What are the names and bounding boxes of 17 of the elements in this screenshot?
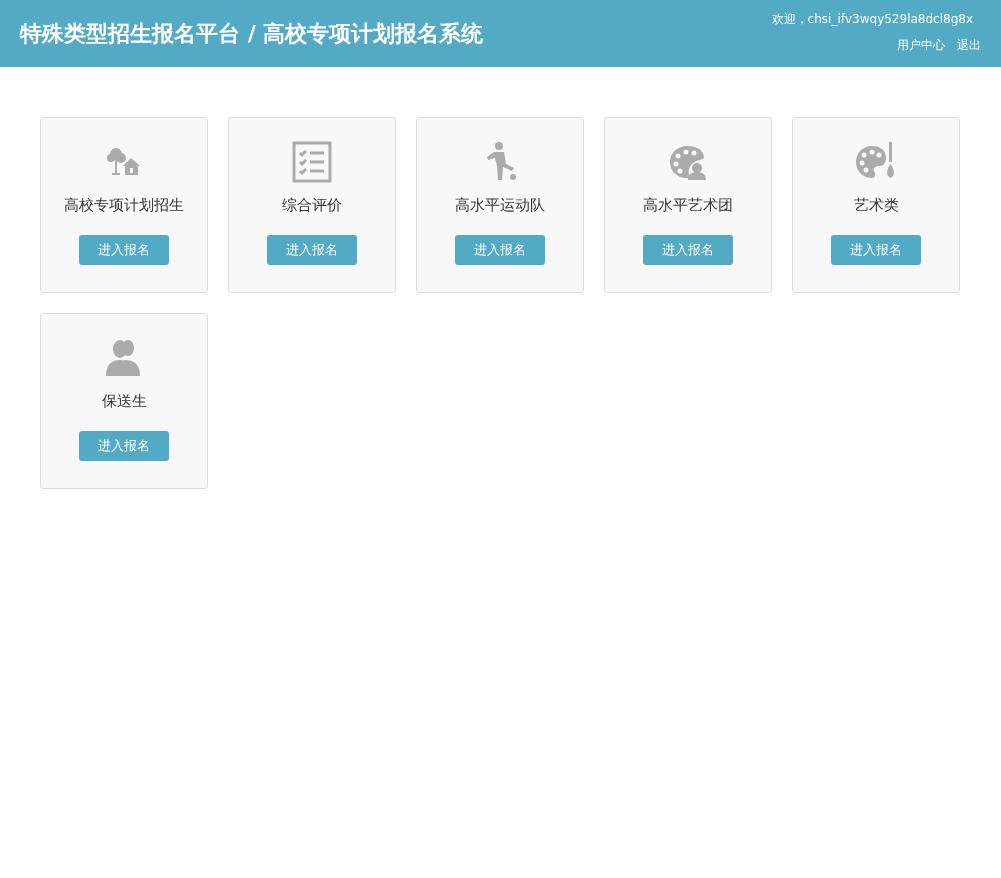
site-title: 特殊类型招生报名平台 / 高校专项计划报名系统 (20, 20, 484, 48)
category-label: 高校专项计划招生 (64, 196, 184, 215)
category-label: 保送生 (101, 392, 147, 411)
enter-registration-button[interactable]: 进入报名 (643, 235, 733, 265)
category-label: 综合评价 (282, 196, 342, 215)
header-link[interactable]: 用户中心 (897, 37, 945, 54)
category-label: 艺术类 (853, 196, 899, 215)
enter-registration-button[interactable]: 进入报名 (455, 235, 545, 265)
category-label: 高水平艺术团 (643, 196, 733, 215)
enter-registration-button[interactable]: 进入报名 (831, 235, 921, 265)
welcome-text: 欢迎，chsi_ifv3wqy529la8dcl8g8x (771, 11, 974, 28)
enter-registration-button[interactable]: 进入报名 (267, 235, 357, 265)
category-label: 高水平运动队 (455, 196, 545, 215)
checklist-icon (290, 140, 334, 184)
enter-registration-button[interactable]: 进入报名 (79, 431, 169, 461)
enter-registration-button[interactable]: 进入报名 (79, 235, 169, 265)
header-link[interactable]: 退出 (957, 37, 981, 54)
